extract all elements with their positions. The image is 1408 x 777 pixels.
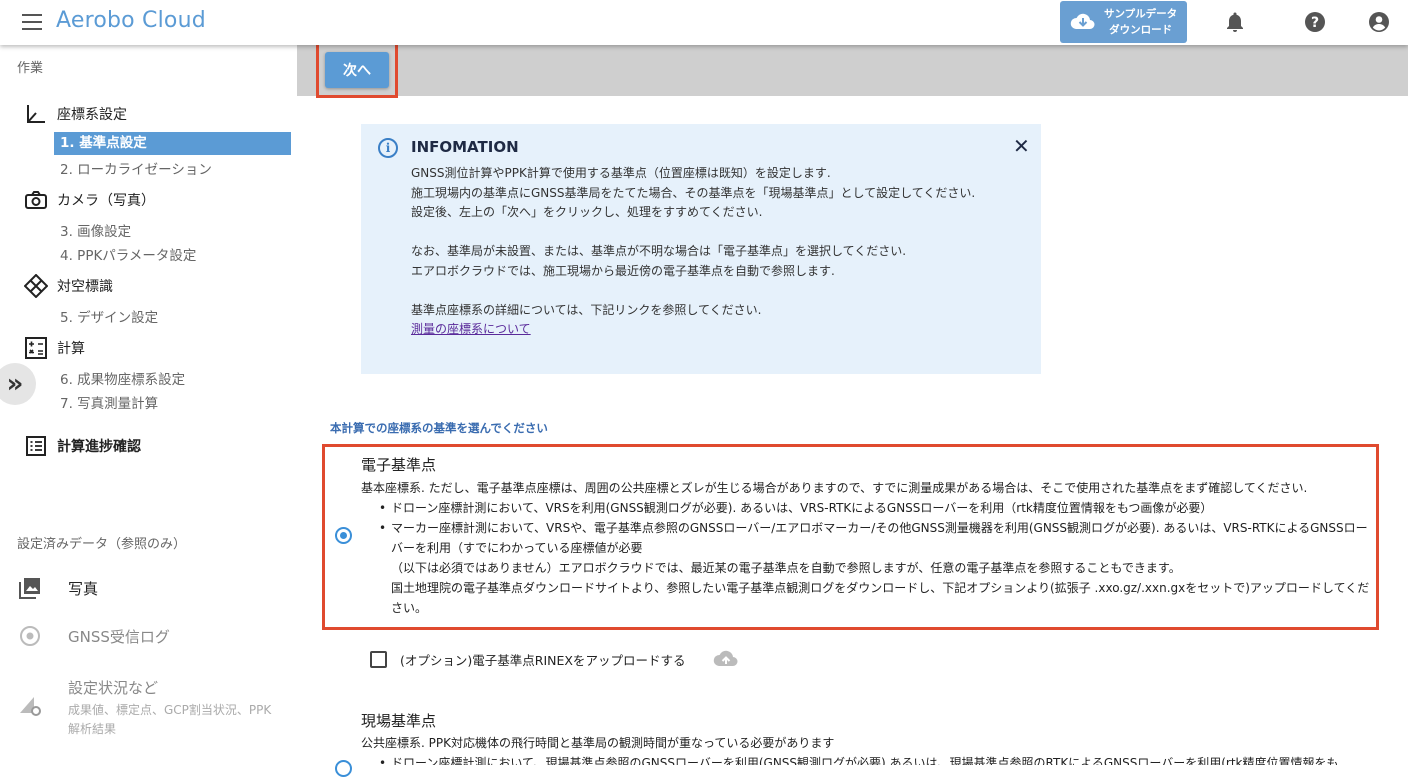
cloud-upload-icon[interactable] bbox=[713, 649, 739, 669]
option-bullet: ドローン座標計測において、現場基準点参照のGNSSローバーを利用(GNSS観測ロ… bbox=[361, 753, 1401, 765]
sidebar-item-photogrammetry[interactable]: 7. 写真測量計算 bbox=[60, 392, 158, 412]
ref-item-label: GNSS受信ログ bbox=[68, 627, 170, 646]
sidebar: 作業 座標系設定 1. 基準点設定 2. ローカライゼーション カメラ（写真） … bbox=[0, 45, 297, 765]
rinex-upload-checkbox[interactable] bbox=[370, 650, 387, 668]
list-icon bbox=[24, 434, 48, 458]
action-toolbar bbox=[297, 45, 1408, 96]
next-button[interactable]: 次へ bbox=[325, 52, 389, 88]
option-bullet: ドローン座標計測において、VRSを利用(GNSS観測ログが必要). あるいは、V… bbox=[361, 498, 1371, 518]
option-title: 電子基準点 bbox=[361, 456, 437, 474]
sidebar-item-ppk-parameters[interactable]: 4. PPKパラメータ設定 bbox=[60, 244, 196, 264]
info-title: INFOMATION bbox=[411, 138, 519, 156]
bell-icon[interactable] bbox=[1223, 10, 1247, 34]
camera-icon bbox=[24, 188, 48, 212]
coordinate-system-link[interactable]: 測量の座標系について bbox=[411, 322, 531, 336]
rinex-upload-option[interactable]: (オプション)電子基準点RINEXをアップロードする bbox=[370, 649, 739, 669]
sidebar-item-design-settings[interactable]: 5. デザイン設定 bbox=[60, 306, 158, 326]
info-line: 基準点座標系の詳細については、下記リンクを参照してください. bbox=[411, 302, 762, 317]
sidebar-group-air-marker[interactable]: 対空標識 bbox=[24, 274, 113, 298]
rinex-upload-label: (オプション)電子基準点RINEXをアップロードする bbox=[400, 652, 686, 668]
sample-download-line2: ダウンロード bbox=[1109, 24, 1173, 36]
sample-data-download-button[interactable]: サンプルデータ ダウンロード bbox=[1060, 1, 1187, 43]
sidebar-group-coordinate[interactable]: 座標系設定 bbox=[24, 102, 127, 126]
info-line: エアロボクラウドでは、施工現場から最近傍の電子基準点を自動で参照します. bbox=[411, 263, 835, 278]
account-icon[interactable] bbox=[1367, 10, 1391, 34]
info-icon: i bbox=[378, 138, 398, 158]
calculator-icon bbox=[24, 336, 48, 360]
axis-icon bbox=[24, 102, 48, 126]
ref-item-sub: 成果値、標定点、GCP割当状況、PPK解析結果 bbox=[68, 703, 272, 736]
close-icon[interactable]: ✕ bbox=[1013, 134, 1030, 158]
reference-section-title: 設定済みデータ（参照のみ） bbox=[17, 537, 187, 552]
sample-download-line1: サンプルデータ bbox=[1104, 8, 1178, 20]
next-button-highlight: 次へ bbox=[316, 40, 398, 98]
cloud-download-icon bbox=[1070, 13, 1095, 29]
menu-icon[interactable] bbox=[22, 14, 42, 30]
option-bullets: ドローン座標計測において、VRSを利用(GNSS観測ログが必要). あるいは、V… bbox=[361, 498, 1371, 618]
app-title: Aerobo Cloud bbox=[56, 8, 206, 33]
double-chevron-icon: » bbox=[6, 369, 24, 399]
option-bullet: マーカー座標計測において、VRSや、電子基準点参照のGNSSローバー/エアロボマ… bbox=[361, 518, 1371, 558]
radio-site-reference[interactable] bbox=[335, 760, 352, 777]
ref-item-photos[interactable]: 写真 bbox=[18, 576, 98, 600]
info-body: GNSS測位計算やPPK計算で使用する基準点（位置座標は既知）を設定します. 施… bbox=[411, 164, 996, 340]
option-note: （以下は必須ではありません）エアロボクラウドでは、最近某の電子基準点を自動で参照… bbox=[391, 561, 1181, 575]
option-description: 基本座標系. ただし、電子基準点座標は、周囲の公共座標とズレが生じる場合がありま… bbox=[361, 481, 1308, 495]
option-bullets: ドローン座標計測において、現場基準点参照のGNSSローバーを利用(GNSS観測ロ… bbox=[361, 753, 1401, 765]
sidebar-group-label: 計算 bbox=[57, 341, 85, 357]
ref-item-settings-status[interactable]: 設定状況など 成果値、標定点、GCP割当状況、PPK解析結果 bbox=[18, 677, 283, 739]
option-description: 公共座標系. PPK対応機体の飛行時間と基準局の観測時間が重なっている必要があり… bbox=[361, 736, 835, 750]
sidebar-item-localization[interactable]: 2. ローカライゼーション bbox=[60, 158, 212, 178]
target-marker-icon bbox=[24, 274, 48, 298]
option-note: 国土地理院の電子基準点ダウンロードサイトより、参照したい電子基準点観測ログをダウ… bbox=[391, 581, 1370, 615]
radio-electronic-reference[interactable] bbox=[335, 527, 352, 544]
selection-prompt: 本計算での座標系の基準を選んでください bbox=[330, 421, 548, 435]
info-line: 設定後、左上の「次へ」をクリックし、処理をすすめてください. bbox=[411, 205, 763, 219]
ref-item-label: 設定状況など bbox=[68, 679, 159, 697]
settings-status-icon bbox=[18, 693, 42, 717]
sidebar-group-label: 計算進捗確認 bbox=[57, 439, 141, 455]
svg-text:?: ? bbox=[1311, 15, 1319, 31]
info-line: GNSS測位計算やPPK計算で使用する基準点（位置座標は既知）を設定します. bbox=[411, 166, 831, 180]
top-app-bar: Aerobo Cloud サンプルデータ ダウンロード ? bbox=[0, 0, 1408, 45]
sidebar-item-image-settings[interactable]: 3. 画像設定 bbox=[60, 220, 131, 240]
sidebar-group-progress[interactable]: 計算進捗確認 bbox=[24, 434, 141, 458]
work-section-title: 作業 bbox=[17, 61, 44, 76]
sidebar-group-label: カメラ（写真） bbox=[57, 193, 155, 209]
option-title: 現場基準点 bbox=[361, 712, 437, 730]
ref-item-label: 写真 bbox=[68, 579, 99, 598]
sidebar-group-camera[interactable]: カメラ（写真） bbox=[24, 188, 155, 212]
collapse-sidebar-button[interactable]: » bbox=[0, 363, 36, 405]
sidebar-group-label: 座標系設定 bbox=[57, 107, 127, 123]
photo-icon bbox=[18, 576, 42, 600]
information-panel: i INFOMATION ✕ GNSS測位計算やPPK計算で使用する基準点（位置… bbox=[361, 124, 1041, 374]
sidebar-item-reference-point[interactable]: 1. 基準点設定 bbox=[54, 132, 291, 155]
info-line: 施工現場内の基準点にGNSS基準局をたてた場合、その基準点を「現場基準点」として… bbox=[411, 185, 976, 200]
info-line: なお、基準局が未設置、または、基準点が不明な場合は「電子基準点」を選択してくださ… bbox=[411, 244, 907, 258]
sidebar-item-output-coordinate[interactable]: 6. 成果物座標系設定 bbox=[60, 368, 185, 388]
radio-target-icon bbox=[18, 624, 42, 648]
sidebar-group-calculation[interactable]: 計算 bbox=[24, 336, 85, 360]
ref-item-gnss-log[interactable]: GNSS受信ログ bbox=[18, 624, 170, 648]
help-icon[interactable]: ? bbox=[1303, 10, 1327, 34]
sidebar-group-label: 対空標識 bbox=[57, 279, 113, 295]
